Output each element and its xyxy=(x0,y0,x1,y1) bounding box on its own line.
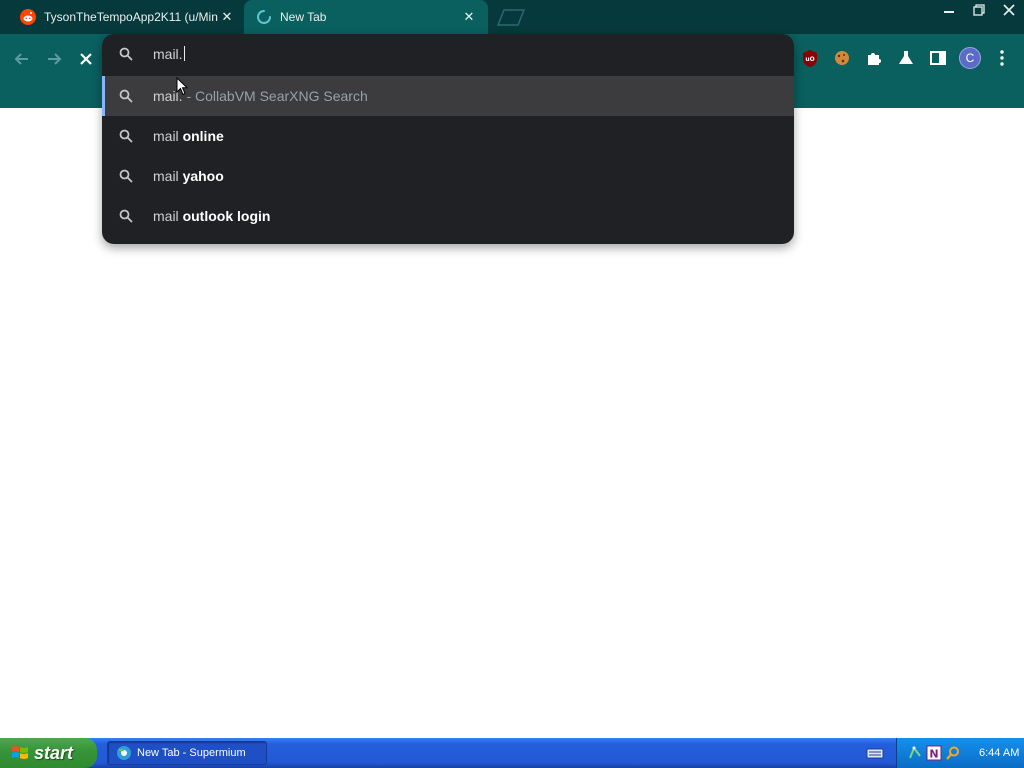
suggestion-row[interactable]: mail. - CollabVM SearXNG Search xyxy=(102,76,794,116)
stop-loading-icon[interactable] xyxy=(72,45,100,73)
kebab-menu-icon[interactable] xyxy=(988,44,1016,72)
search-icon xyxy=(119,89,133,103)
suggestion-row[interactable]: mail online xyxy=(102,116,794,156)
tab-close-icon[interactable]: ✕ xyxy=(218,8,236,26)
browser-titlebar: TysonTheTempoApp2K11 (u/Minimum ✕ New Ta… xyxy=(0,0,1024,34)
minimize-icon[interactable] xyxy=(934,0,964,20)
arrow-right-icon[interactable] xyxy=(40,45,68,73)
suggestion-prefix: mail xyxy=(153,128,179,144)
tab-new-tab[interactable]: New Tab ✕ xyxy=(244,0,488,34)
omnibox-typed-text: mail. xyxy=(153,46,183,62)
search-icon xyxy=(119,129,133,143)
network-icon[interactable] xyxy=(907,745,923,761)
new-tab-button[interactable] xyxy=(496,7,526,27)
tab-title: New Tab xyxy=(280,10,327,24)
labs-flask-icon[interactable] xyxy=(892,44,920,72)
omnibox-input[interactable]: mail. xyxy=(102,34,794,74)
onenote-icon[interactable]: N xyxy=(926,745,942,761)
keyboard-icon[interactable] xyxy=(866,745,884,761)
window-controls xyxy=(934,0,1024,20)
taskbar-item-browser[interactable]: New Tab - Supermium xyxy=(107,741,267,765)
side-panel-icon[interactable] xyxy=(924,44,952,72)
restore-icon[interactable] xyxy=(964,0,994,20)
arrow-left-icon[interactable] xyxy=(8,45,36,73)
tab-title: TysonTheTempoApp2K11 (u/Minimum xyxy=(44,10,218,24)
suggestion-text: mail outlook login xyxy=(153,208,270,224)
suggestion-engine: - CollabVM SearXNG Search xyxy=(182,88,368,104)
svg-text:N: N xyxy=(929,748,938,761)
start-label: start xyxy=(34,742,74,763)
mouse-pointer-icon xyxy=(176,77,188,96)
search-icon xyxy=(119,47,133,61)
taskbar-item-label: New Tab - Supermium xyxy=(137,747,246,759)
suggestion-completion: yahoo xyxy=(182,168,224,184)
omnibox-dropdown: mail. mail. - CollabVM SearXNG Search ma… xyxy=(102,34,794,244)
loading-spinner-icon xyxy=(257,10,271,24)
suggestion-prefix: mail xyxy=(153,168,179,184)
text-caret xyxy=(183,46,185,61)
puzzle-extensions-icon[interactable] xyxy=(860,44,888,72)
window-close-icon[interactable] xyxy=(994,0,1024,20)
tab-reddit[interactable]: TysonTheTempoApp2K11 (u/Minimum ✕ xyxy=(8,0,246,34)
cookie-icon[interactable] xyxy=(828,44,856,72)
search-icon xyxy=(119,169,133,183)
suggestion-text: mail yahoo xyxy=(153,168,224,184)
start-button[interactable]: start xyxy=(0,738,97,768)
system-tray: N 6:44 AM xyxy=(896,738,1024,768)
search-icon xyxy=(119,209,133,223)
clock: 6:44 AM xyxy=(979,747,1020,759)
svg-text:uO: uO xyxy=(805,56,814,63)
profile-avatar[interactable]: C xyxy=(956,44,984,72)
suggestion-row[interactable]: mail outlook login xyxy=(102,196,794,236)
suggestion-row[interactable]: mail yahoo xyxy=(102,156,794,196)
suggestion-completion: outlook login xyxy=(182,208,271,224)
windows-logo-icon xyxy=(12,746,28,759)
suggestion-text: mail online xyxy=(153,128,224,144)
ublock-origin-icon[interactable]: uO xyxy=(796,44,824,72)
supermium-browser-icon xyxy=(117,746,131,760)
suggestion-completion: online xyxy=(182,128,224,144)
search-icon[interactable] xyxy=(945,745,961,761)
reddit-icon xyxy=(20,9,36,25)
taskbar: start New Tab - Supermium N 6:44 AM xyxy=(0,738,1024,768)
suggestion-prefix: mail xyxy=(153,208,179,224)
omnibox-text: mail. xyxy=(153,46,185,62)
tab-close-icon[interactable]: ✕ xyxy=(460,8,478,26)
avatar-initial: C xyxy=(959,47,981,69)
